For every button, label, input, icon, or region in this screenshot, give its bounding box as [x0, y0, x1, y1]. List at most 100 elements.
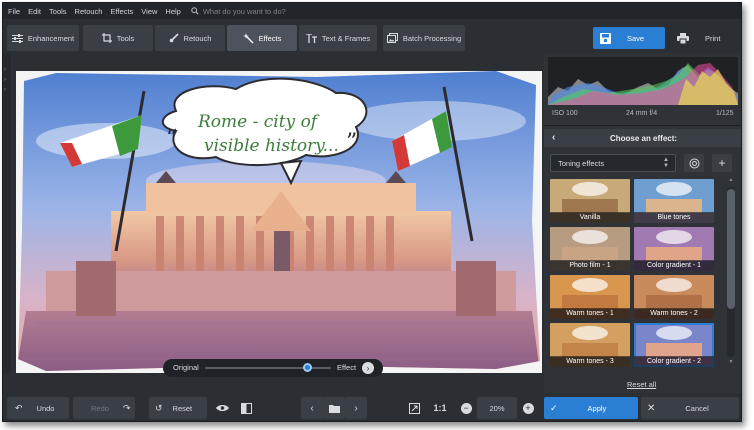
tab-text-frames[interactable]: Text & Frames [299, 25, 377, 51]
menu-edit[interactable]: Edit [28, 7, 41, 16]
effect-gallery-button[interactable] [684, 154, 704, 172]
preview-eye-button[interactable] [211, 397, 233, 419]
zoom-out-button[interactable]: − [459, 397, 473, 419]
search-placeholder: What do you want to do? [202, 6, 286, 16]
effect-label-warm-tones-3: Warm tones - 3 [550, 356, 630, 367]
eye-icon [215, 405, 229, 411]
tab-text-frames-label: Text & Frames [321, 33, 371, 43]
effect-category-select[interactable]: Toning effects ▲ ▼ [550, 154, 676, 172]
tab-enhancement-label: Enhancement [27, 33, 75, 43]
histogram [548, 57, 738, 105]
cancel-button[interactable]: ✕ Cancel [641, 397, 739, 419]
expand-arrow-icon: › [4, 87, 6, 93]
redo-button[interactable]: Redo ↷ [73, 397, 135, 419]
tab-batch-processing[interactable]: Batch Processing [383, 25, 465, 51]
effects-grid: Vanilla Blue tones Photo film - 1 Color … [550, 179, 714, 369]
save-button[interactable]: Save [593, 27, 665, 49]
menu-help[interactable]: Help [165, 7, 180, 16]
bottom-bar: ↶ Undo Redo ↷ ↺ Reset ‹ › 1:1 − 20% + ✓ … [3, 393, 741, 421]
split-view-button[interactable] [235, 397, 257, 419]
svg-text:”: ” [346, 130, 357, 155]
previous-image-button[interactable]: ‹ [301, 397, 323, 419]
effect-thumb-blue-tones[interactable]: Blue tones [634, 179, 714, 223]
checkmark-icon: ✓ [550, 402, 558, 413]
menu-tools[interactable]: Tools [49, 7, 67, 16]
magic-wand-icon [242, 32, 254, 43]
effect-label-warm-tones-2: Warm tones - 2 [634, 308, 714, 319]
tab-tools-label: Tools [116, 33, 135, 43]
fit-screen-icon [408, 402, 420, 414]
effect-category-value: Toning effects [558, 158, 605, 168]
cancel-label: Cancel [685, 403, 709, 413]
back-arrow-icon[interactable]: ‹ [552, 132, 555, 143]
effect-thumb-warm-tones-1[interactable]: Warm tones - 1 [550, 275, 630, 319]
actual-size-button[interactable]: 1:1 [429, 397, 451, 419]
redo-label: Redo [91, 403, 109, 413]
print-label: Print [705, 33, 721, 43]
shutter-value: 1/125 [716, 110, 734, 117]
left-collapsed-panel[interactable]: › › › [3, 53, 11, 373]
plus-icon: + [718, 156, 726, 170]
photo-editor-window: File Edit Tools Retouch Effects View Hel… [2, 2, 742, 422]
expand-arrow-icon: › [4, 77, 6, 83]
search-icon [191, 7, 199, 15]
effect-thumb-color-gradient-1[interactable]: Color gradient - 1 [634, 227, 714, 271]
effects-scrollbar[interactable]: ▲ ▼ [726, 177, 736, 367]
effect-label-color-gradient-2: Color gradient - 2 [634, 356, 714, 367]
reset-label: Reset [172, 403, 193, 413]
expand-arrow-icon: › [4, 67, 6, 73]
fit-to-screen-button[interactable] [405, 397, 423, 419]
open-folder-button[interactable] [323, 397, 345, 419]
effects-panel-header: ‹ Choose an effect: [544, 129, 741, 147]
before-after-slider[interactable]: Original Effect › [163, 359, 383, 377]
tab-effects[interactable]: Effects [227, 25, 297, 51]
effects-header-title: Choose an effect: [609, 133, 678, 143]
svg-text:“: “ [166, 126, 177, 151]
compare-track[interactable] [205, 367, 331, 369]
lens-value: 24 mm f/4 [626, 110, 658, 117]
undo-button[interactable]: ↶ Undo [7, 397, 69, 419]
apply-label: Apply [587, 403, 607, 413]
effect-thumb-photo-film-1[interactable]: Photo film - 1 [550, 227, 630, 271]
effect-label-warm-tones-1: Warm tones - 1 [550, 308, 630, 319]
undo-icon: ↶ [15, 402, 23, 413]
scroll-up-icon[interactable]: ▲ [727, 177, 735, 183]
effect-label-color-gradient-1: Color gradient - 1 [634, 260, 714, 271]
scroll-down-icon[interactable]: ▼ [727, 359, 735, 365]
edited-photo[interactable]: “ ” Rome - city of visible history... [16, 71, 542, 373]
brush-icon [169, 33, 179, 43]
effect-thumb-warm-tones-2[interactable]: Warm tones - 2 [634, 275, 714, 319]
tab-batch-processing-label: Batch Processing [402, 33, 462, 43]
menu-retouch[interactable]: Retouch [75, 7, 103, 16]
zoom-level-field[interactable]: 20% [477, 397, 517, 419]
reset-button[interactable]: ↺ Reset [149, 397, 207, 419]
menu-view[interactable]: View [141, 7, 157, 16]
photo-metadata: ISO 100 24 mm f/4 1/125 [544, 110, 741, 122]
sliders-icon [11, 33, 23, 43]
tab-retouch-label: Retouch [183, 33, 212, 43]
apply-button[interactable]: ✓ Apply [544, 397, 638, 419]
next-image-button[interactable]: › [345, 397, 367, 419]
effect-thumb-warm-tones-3[interactable]: Warm tones - 3 [550, 323, 630, 367]
tab-enhancement[interactable]: Enhancement [7, 25, 79, 51]
effect-thumb-color-gradient-2[interactable]: Color gradient - 2 [634, 323, 714, 367]
chevron-right-icon[interactable]: › [362, 362, 374, 374]
crop-icon [101, 33, 112, 43]
effect-thumb-vanilla[interactable]: Vanilla [550, 179, 630, 223]
reset-all-link[interactable]: Reset all [627, 380, 656, 389]
tab-retouch[interactable]: Retouch [155, 25, 225, 51]
chevron-left-icon: ‹ [310, 402, 314, 414]
tab-tools[interactable]: Tools [83, 25, 153, 51]
menu-file[interactable]: File [8, 7, 20, 16]
search-box[interactable]: What do you want to do? [191, 7, 286, 16]
print-button[interactable]: Print [671, 27, 735, 49]
zoom-in-button[interactable]: + [521, 397, 535, 419]
compare-handle[interactable] [303, 363, 312, 372]
menu-effects[interactable]: Effects [110, 7, 133, 16]
right-panel: ISO 100 24 mm f/4 1/125 ‹ Choose an effe… [544, 53, 741, 393]
batch-icon [386, 33, 398, 43]
scroll-thumb[interactable] [727, 189, 735, 309]
canvas-area[interactable]: “ ” Rome - city of visible history... [11, 53, 542, 383]
add-effect-button[interactable]: + [712, 154, 732, 172]
photo-caption-line1: Rome - city of [197, 112, 320, 132]
